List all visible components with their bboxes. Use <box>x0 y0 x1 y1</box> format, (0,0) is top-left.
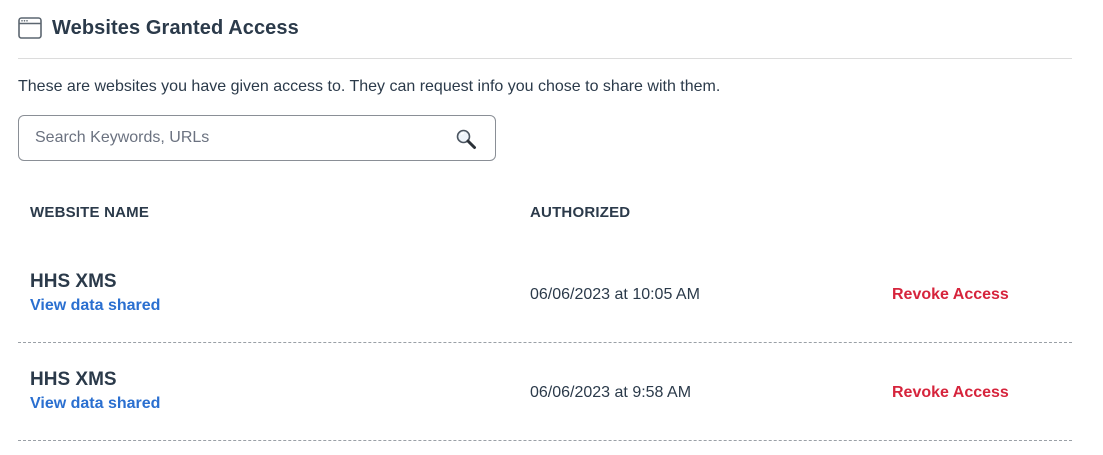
header-divider <box>18 58 1072 59</box>
view-data-shared-link[interactable]: View data shared <box>30 395 160 413</box>
section-header: Websites Granted Access <box>18 16 299 40</box>
revoke-access-button[interactable]: Revoke Access <box>892 286 1009 304</box>
search-box[interactable] <box>18 115 496 161</box>
browser-window-icon <box>18 16 42 40</box>
table-row: HHS XMS View data shared 06/06/2023 at 1… <box>18 245 1072 343</box>
website-name: HHS XMS <box>30 369 117 390</box>
authorized-date: 06/06/2023 at 10:05 AM <box>530 286 700 303</box>
section-description: These are websites you have given access… <box>18 78 721 95</box>
revoke-access-button[interactable]: Revoke Access <box>892 384 1009 402</box>
table-row: HHS XMS View data shared 06/06/2023 at 9… <box>18 343 1072 441</box>
page-title: Websites Granted Access <box>52 16 299 39</box>
search-input[interactable] <box>19 116 455 160</box>
search-icon[interactable] <box>455 128 477 150</box>
row-divider <box>18 440 1072 441</box>
view-data-shared-link[interactable]: View data shared <box>30 297 160 315</box>
website-name: HHS XMS <box>30 271 117 292</box>
column-header-website-name: WEBSITE NAME <box>30 204 150 221</box>
websites-granted-access-panel: Websites Granted Access These are websit… <box>0 0 1103 455</box>
authorized-date: 06/06/2023 at 9:58 AM <box>530 384 692 401</box>
column-header-authorized: AUTHORIZED <box>530 204 631 221</box>
